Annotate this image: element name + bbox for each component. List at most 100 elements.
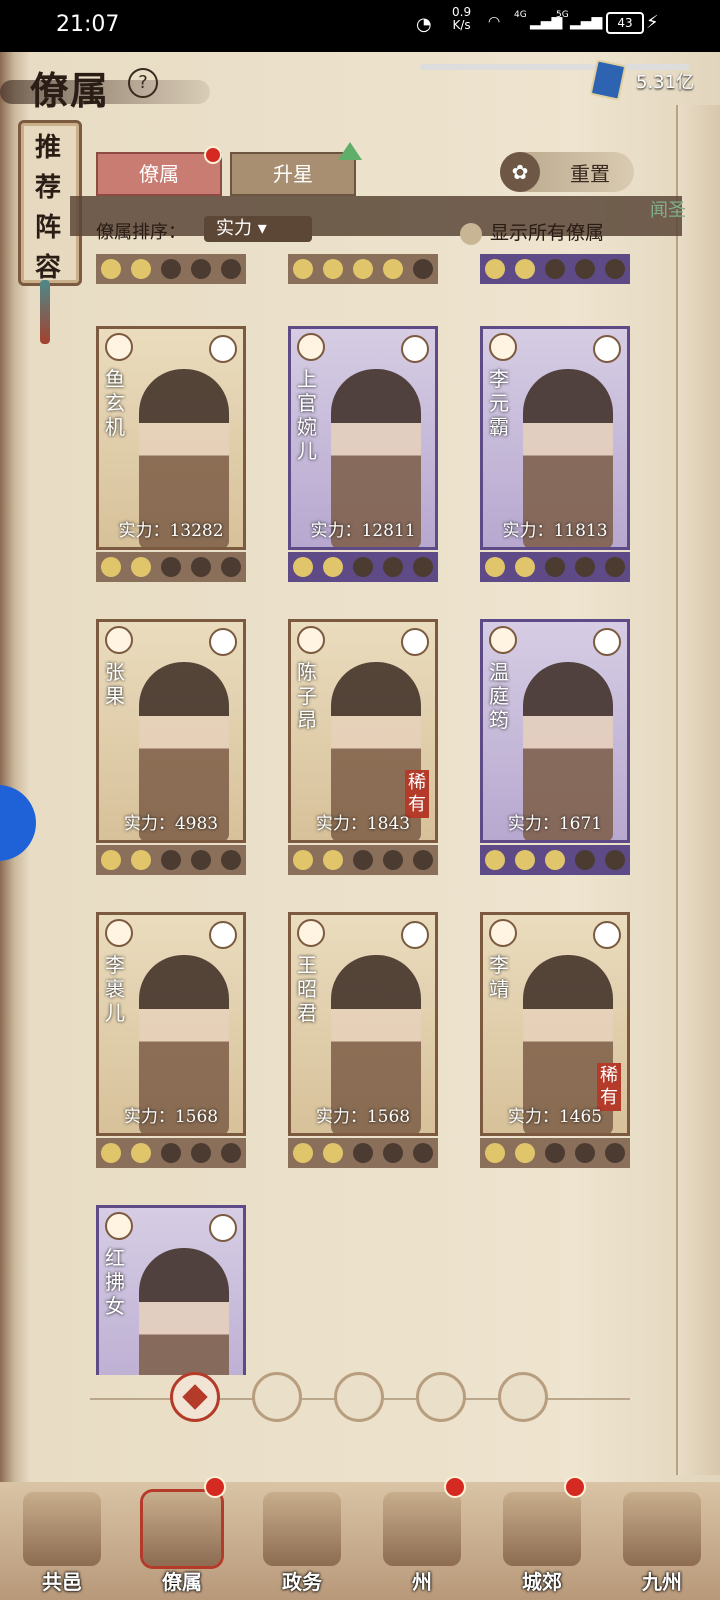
moon-star-icon — [293, 1143, 313, 1163]
moon-star-icon — [545, 850, 565, 870]
nav-item[interactable]: 政务 — [244, 1482, 360, 1600]
currency-amount: 5.31亿 — [636, 72, 695, 93]
moon-star-icon — [101, 557, 121, 577]
filter-bell-button[interactable] — [252, 1372, 302, 1422]
subordinate-card[interactable]: 红拂女 — [96, 1205, 246, 1375]
reset-button[interactable]: ✿ 重置 — [500, 152, 634, 192]
nav-building-icon — [623, 1492, 701, 1566]
subordinate-card[interactable]: 李靖 稀有 实力：1465 — [480, 912, 630, 1172]
nav-item[interactable]: 州 — [364, 1476, 480, 1600]
partial-card[interactable] — [288, 240, 438, 292]
skill-icon — [593, 628, 621, 656]
empty-star-icon — [605, 557, 625, 577]
moon-star-icon — [515, 1143, 535, 1163]
empty-star-icon — [161, 259, 181, 279]
help-button[interactable]: ? — [128, 68, 158, 98]
skill-icon — [209, 335, 237, 363]
empty-star-icon — [191, 850, 211, 870]
net-speed-unit: K/s — [452, 18, 471, 32]
moon-star-icon — [131, 850, 151, 870]
nav-item[interactable]: 僚属 — [124, 1476, 240, 1600]
banner-text-3: 阵 — [35, 213, 62, 243]
status-bar: 21:07 ◔ 0.9 K/s ◠ 4G ▂▄▆ 5G ▂▄▆ 43 ⚡ — [0, 0, 720, 52]
nav-building-icon — [263, 1492, 341, 1566]
class-icon — [489, 626, 517, 654]
nav-label: 共邑 — [42, 1570, 82, 1594]
moon-star-icon — [383, 259, 403, 279]
empty-star-icon — [575, 259, 595, 279]
nav-building-icon — [503, 1492, 581, 1566]
subordinate-card[interactable]: 温庭筠 实力：1671 — [480, 619, 630, 879]
wifi-icon: ◠ — [488, 14, 501, 30]
moon-star-icon — [485, 557, 505, 577]
subordinate-card[interactable]: 张果 实力：4983 — [96, 619, 246, 879]
partial-card[interactable] — [480, 240, 630, 292]
card-power: 实力：1843 — [315, 814, 411, 834]
nav-item[interactable]: 共邑 — [4, 1482, 120, 1600]
empty-star-icon — [545, 557, 565, 577]
nav-label: 九州 — [642, 1570, 682, 1594]
empty-star-icon — [575, 557, 595, 577]
class-icon — [297, 626, 325, 654]
empty-star-icon — [161, 557, 181, 577]
star-row — [480, 254, 630, 284]
partial-card[interactable] — [96, 240, 246, 292]
net-speed: 0.9 K/s — [452, 6, 471, 32]
nav-notification-dot — [444, 1476, 466, 1498]
star-row — [288, 254, 438, 284]
subordinate-card[interactable]: 李裹儿 实力：1568 — [96, 912, 246, 1172]
subordinate-card[interactable]: 鱼玄机 实力：13282 — [96, 326, 246, 586]
card-frame: 王昭君 实力：1568 — [288, 912, 438, 1136]
book-page-edge — [676, 105, 720, 1475]
signal-label-1: 4G — [514, 10, 527, 20]
moon-star-icon — [515, 850, 535, 870]
upgrade-arrow-icon — [338, 142, 362, 160]
empty-star-icon — [221, 259, 241, 279]
filter-lion-button[interactable] — [498, 1372, 548, 1422]
moon-star-icon — [131, 259, 151, 279]
tab-subordinates[interactable]: 僚属 — [96, 152, 222, 196]
battery-indicator: 43 — [606, 12, 644, 34]
portrait-figure — [139, 1248, 229, 1375]
reset-icon: ✿ — [500, 152, 540, 192]
moon-star-icon — [293, 557, 313, 577]
charging-icon: ⚡ — [646, 12, 659, 33]
card-power: 实力：1465 — [507, 1107, 603, 1127]
moon-star-icon — [323, 259, 343, 279]
card-frame: 上官婉儿 实力：12811 — [288, 326, 438, 550]
empty-star-icon — [191, 1143, 211, 1163]
filter-all-button[interactable] — [170, 1372, 220, 1422]
card-name: 鱼玄机 — [105, 367, 125, 439]
empty-star-icon — [383, 557, 403, 577]
nav-item[interactable]: 九州 — [604, 1482, 720, 1600]
subordinate-grid: 鱼玄机 实力：13282 上官婉儿 实力：12811 李元霸 实力：11813 张果 实力：4… — [96, 240, 636, 1375]
moon-star-icon — [293, 259, 313, 279]
empty-star-icon — [161, 1143, 181, 1163]
card-power: 实力：12811 — [310, 521, 416, 541]
empty-star-icon — [605, 850, 625, 870]
class-icon — [297, 333, 325, 361]
moon-star-icon — [485, 1143, 505, 1163]
subordinate-card[interactable]: 王昭君 实力：1568 — [288, 912, 438, 1172]
nav-item[interactable]: 城郊 — [484, 1476, 600, 1600]
card-name: 张果 — [105, 660, 125, 708]
empty-star-icon — [413, 850, 433, 870]
empty-star-icon — [191, 557, 211, 577]
subordinate-card[interactable]: 李元霸 实力：11813 — [480, 326, 630, 586]
class-icon — [105, 919, 133, 947]
empty-star-icon — [161, 850, 181, 870]
subordinate-card[interactable]: 上官婉儿 实力：12811 — [288, 326, 438, 586]
nav-notification-dot — [204, 1476, 226, 1498]
sort-dropdown[interactable]: 实力 ▾ — [204, 216, 312, 242]
clock: 21:07 — [56, 12, 120, 37]
moon-star-icon — [485, 259, 505, 279]
filter-fan-button[interactable] — [416, 1372, 466, 1422]
filter-cat-button[interactable] — [334, 1372, 384, 1422]
subordinate-card[interactable]: 陈子昂 稀有 实力：1843 — [288, 619, 438, 879]
nav-building-icon — [23, 1492, 101, 1566]
card-frame: 温庭筠 实力：1671 — [480, 619, 630, 843]
signal-label-2: 5G — [556, 10, 569, 20]
card-power: 实力：1568 — [123, 1107, 219, 1127]
skill-icon — [593, 335, 621, 363]
empty-star-icon — [413, 1143, 433, 1163]
